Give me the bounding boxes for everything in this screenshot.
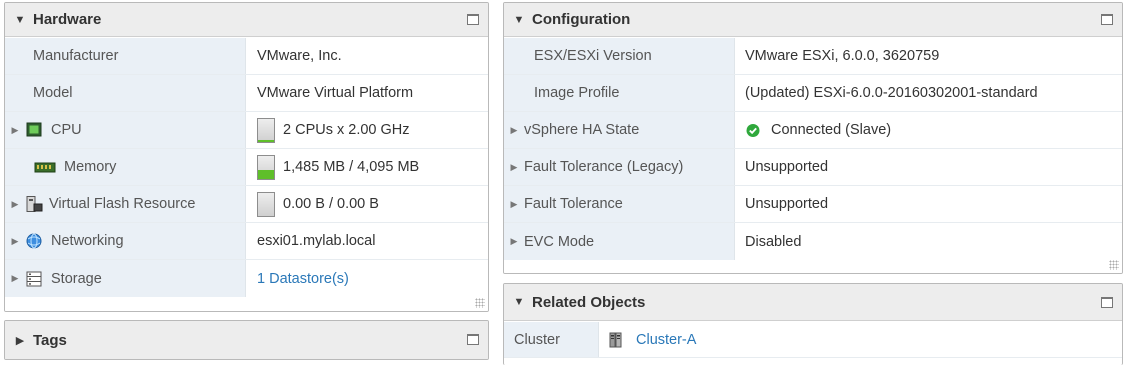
collapse-triangle-icon[interactable]: ▼ [504,14,532,26]
cpu-label: CPU [51,122,82,138]
resize-grip-icon[interactable] [1109,260,1119,270]
ft-legacy-value: Unsupported [735,149,1122,185]
maximize-icon[interactable] [467,334,479,345]
network-globe-icon [25,233,43,249]
manufacturer-row: Manufacturer VMware, Inc. [5,38,488,75]
storage-row[interactable]: ▶ Storage 1 Datastore(s) [5,260,488,297]
cpu-value: 2 CPUs x 2.00 GHz [283,122,410,138]
flash-usage-bar [257,191,275,217]
cluster-label: Cluster [504,322,599,357]
manufacturer-value: VMware, Inc. [246,38,488,74]
expand-arrow-icon[interactable]: ▶ [504,162,524,173]
tags-header[interactable]: ▶ Tags [5,321,488,359]
hardware-header[interactable]: ▼ Hardware [5,3,488,37]
cluster-row: Cluster Cluster-A [504,322,1122,358]
networking-row[interactable]: ▶ Networking esxi01.mylab.local [5,223,488,260]
flash-icon [25,196,43,212]
expand-arrow-icon[interactable]: ▶ [5,236,25,247]
flash-label: Virtual Flash Resource [49,196,196,212]
storage-label: Storage [51,270,102,287]
collapse-triangle-icon[interactable]: ▼ [5,14,33,26]
networking-value: esxi01.mylab.local [246,223,488,259]
expand-arrow-icon[interactable]: ▶ [504,125,524,136]
related-objects-header[interactable]: ▼ Related Objects [504,284,1122,321]
memory-label: Memory [64,159,117,175]
check-circle-icon [745,122,761,138]
maximize-icon[interactable] [1101,14,1113,25]
memory-icon [34,159,56,175]
cpu-usage-bar [257,117,275,143]
tags-portlet: ▶ Tags [4,320,489,360]
ha-state-label: vSphere HA State [524,122,640,138]
model-value: VMware Virtual Platform [246,75,488,111]
expand-arrow-icon[interactable]: ▶ [504,199,524,210]
configuration-portlet: ▼ Configuration ESX/ESXi Version VMware … [503,2,1123,274]
ft-legacy-label: Fault Tolerance (Legacy) [524,159,684,175]
related-objects-portlet: ▼ Related Objects Cluster Cluster-A [503,283,1123,365]
model-label: Model [5,75,246,111]
ft-legacy-row[interactable]: ▶ Fault Tolerance (Legacy) Unsupported [504,149,1122,186]
flash-value: 0.00 B / 0.00 B [283,196,379,212]
datastores-link[interactable]: 1 Datastore(s) [257,271,349,287]
memory-usage-bar [257,154,275,180]
cpu-icon [25,122,43,138]
evc-value: Disabled [735,223,1122,260]
version-value: VMware ESXi, 6.0.0, 3620759 [735,38,1122,74]
model-row: Model VMware Virtual Platform [5,75,488,112]
cpu-row[interactable]: ▶ CPU 2 CPUs x 2.00 GHz [5,112,488,149]
expand-arrow-icon[interactable]: ▶ [5,273,25,284]
hardware-portlet: ▼ Hardware Manufacturer VMware, Inc. Mod… [4,2,489,312]
version-row: ESX/ESXi Version VMware ESXi, 6.0.0, 362… [504,38,1122,75]
image-profile-value: (Updated) ESXi-6.0.0-20160302001-standar… [735,75,1122,111]
memory-value: 1,485 MB / 4,095 MB [283,159,420,175]
ft-value: Unsupported [735,186,1122,222]
expand-arrow-icon[interactable]: ▶ [504,236,524,247]
image-profile-row: Image Profile (Updated) ESXi-6.0.0-20160… [504,75,1122,112]
image-profile-label: Image Profile [504,75,735,111]
memory-row: Memory 1,485 MB / 4,095 MB [5,149,488,186]
expand-arrow-icon[interactable]: ▶ [5,125,25,136]
flash-row[interactable]: ▶ Virtual Flash Resource 0.00 B / 0.00 B [5,186,488,223]
tags-title: Tags [33,331,67,349]
cpu-usage-fill [258,139,274,142]
ha-state-row[interactable]: ▶ vSphere HA State Connected (Slave) [504,112,1122,149]
networking-label: Networking [51,233,124,249]
cluster-link[interactable]: Cluster-A [636,332,696,348]
ha-state-value: Connected (Slave) [771,122,892,138]
expand-arrow-icon[interactable]: ▶ [5,199,25,210]
version-label: ESX/ESXi Version [504,38,735,74]
cluster-icon [608,332,626,348]
hardware-title: Hardware [33,11,102,28]
manufacturer-label: Manufacturer [5,38,246,74]
expand-triangle-icon[interactable]: ▶ [5,334,33,347]
configuration-header[interactable]: ▼ Configuration [504,3,1122,37]
maximize-icon[interactable] [1101,297,1113,308]
resize-grip-icon[interactable] [475,298,485,308]
collapse-triangle-icon[interactable]: ▼ [504,296,532,308]
ft-row[interactable]: ▶ Fault Tolerance Unsupported [504,186,1122,223]
configuration-title: Configuration [532,11,631,28]
evc-row[interactable]: ▶ EVC Mode Disabled [504,223,1122,260]
evc-label: EVC Mode [524,233,595,250]
related-objects-title: Related Objects [532,293,646,311]
ft-label: Fault Tolerance [524,196,623,212]
memory-usage-fill [258,170,274,179]
maximize-icon[interactable] [467,14,479,25]
storage-icon [25,271,43,287]
